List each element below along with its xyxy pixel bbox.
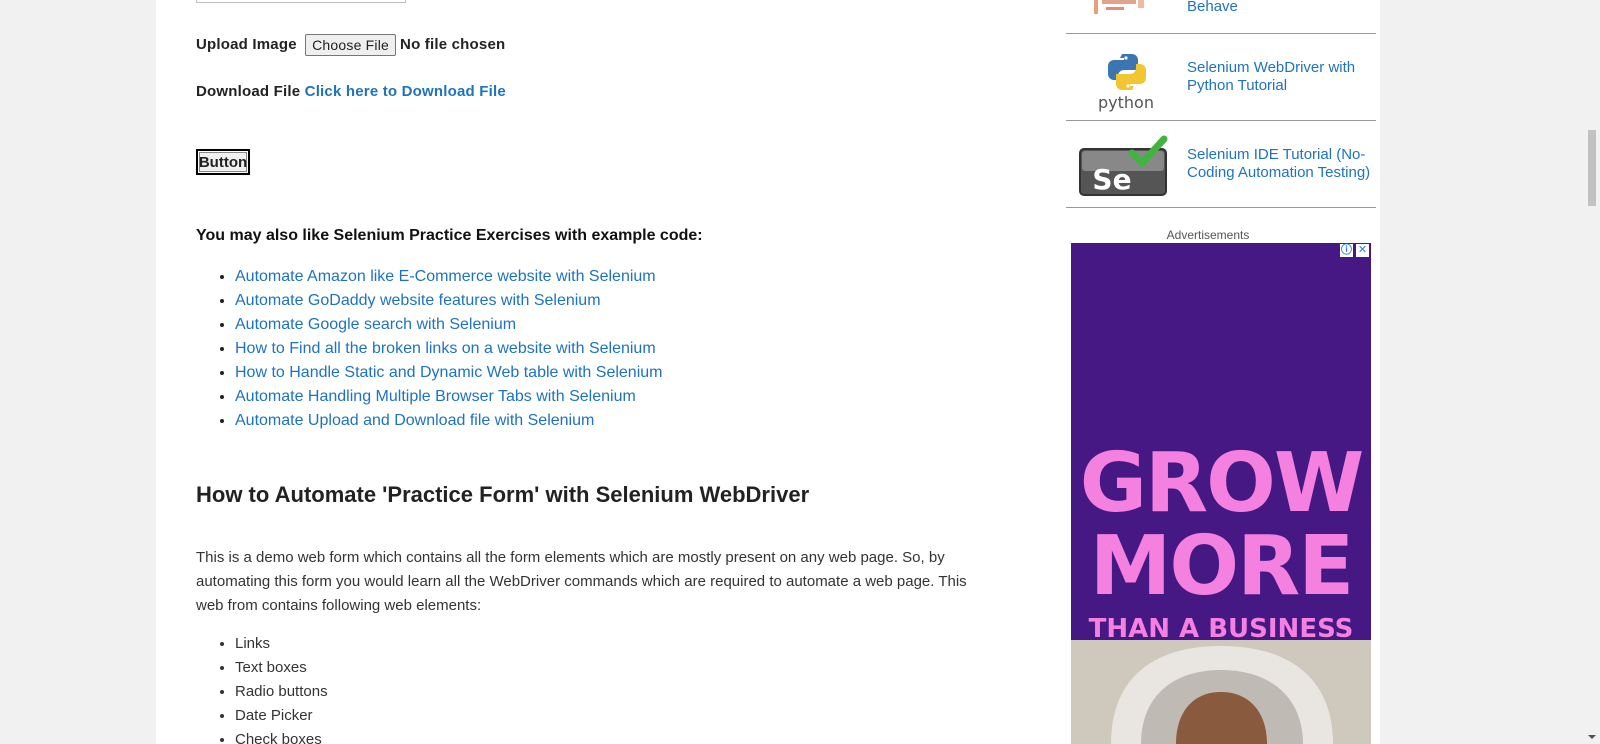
list-item: Automate Amazon like E-Commerce website … bbox=[235, 265, 662, 289]
practice-link[interactable]: Automate Upload and Download file with S… bbox=[235, 412, 594, 429]
practice-links-list: Automate Amazon like E-Commerce website … bbox=[196, 265, 662, 433]
practice-link[interactable]: Automate Handling Multiple Browser Tabs … bbox=[235, 388, 636, 405]
related-post-behave[interactable]: Behave bbox=[1066, 0, 1376, 34]
ad-headline-line1: GROW bbox=[1079, 436, 1365, 531]
download-file-link[interactable]: Click here to Download File bbox=[305, 83, 506, 100]
article-paragraph: This is a demo web form which contains a… bbox=[196, 549, 967, 614]
download-file-row: Download File Click here to Download Fil… bbox=[196, 83, 506, 100]
ad-close-icon[interactable]: ✕ bbox=[1356, 244, 1369, 257]
also-like-heading: You may also like Selenium Practice Exer… bbox=[196, 227, 703, 244]
advertisement-banner[interactable]: ⓘ ✕ GROW MORE THAN A BUSINESS bbox=[1071, 243, 1371, 744]
related-post-python[interactable]: python Selenium WebDriver with Python Tu… bbox=[1066, 34, 1376, 121]
article-heading: How to Automate 'Practice Form' with Sel… bbox=[196, 482, 810, 507]
list-item: How to Find all the broken links on a we… bbox=[235, 337, 662, 361]
demo-button[interactable]: Button bbox=[196, 149, 250, 175]
selenium-ide-logo-thumbnail-icon: Se bbox=[1076, 131, 1176, 201]
related-post-selenium-ide[interactable]: Se Selenium IDE Tutorial (No-Coding Auto… bbox=[1066, 121, 1376, 208]
list-item: Links bbox=[235, 632, 328, 656]
ad-photo-image bbox=[1071, 640, 1371, 744]
selenium-wordcloud-thumbnail-icon bbox=[1088, 0, 1158, 22]
thumb-text: python bbox=[1098, 93, 1154, 112]
thumb-text: Se bbox=[1092, 163, 1131, 196]
practice-link[interactable]: Automate Google search with Selenium bbox=[235, 316, 516, 333]
sidebar: Behave python Selenium WebDriver with Py… bbox=[1036, 0, 1380, 744]
ad-headline-line2: MORE bbox=[1089, 519, 1354, 614]
practice-link[interactable]: How to Find all the broken links on a we… bbox=[235, 340, 656, 357]
list-item: Date Picker bbox=[235, 704, 328, 728]
ad-controls: ⓘ ✕ bbox=[1340, 244, 1369, 257]
download-file-label: Download File bbox=[196, 83, 301, 100]
no-file-chosen-text: No file chosen bbox=[400, 35, 506, 53]
list-item: Radio buttons bbox=[235, 680, 328, 704]
web-elements-list: Links Text boxes Radio buttons Date Pick… bbox=[196, 632, 328, 744]
list-item: Check boxes bbox=[235, 728, 328, 744]
related-post-title[interactable]: Selenium IDE Tutorial (No-Coding Automat… bbox=[1187, 146, 1377, 182]
related-post-title[interactable]: Selenium WebDriver with Python Tutorial bbox=[1187, 59, 1377, 95]
list-item: Automate Upload and Download file with S… bbox=[235, 409, 662, 433]
list-item: Automate Handling Multiple Browser Tabs … bbox=[235, 385, 662, 409]
upload-image-label: Upload Image bbox=[196, 35, 297, 53]
choose-file-button[interactable]: Choose File bbox=[305, 34, 397, 56]
scrollbar-thumb[interactable] bbox=[1588, 130, 1596, 206]
list-item: Automate Google search with Selenium bbox=[235, 313, 662, 337]
practice-link[interactable]: How to Handle Static and Dynamic Web tab… bbox=[235, 364, 662, 381]
list-item: How to Handle Static and Dynamic Web tab… bbox=[235, 361, 662, 385]
practice-link[interactable]: Automate Amazon like E-Commerce website … bbox=[235, 268, 656, 285]
scroll-down-arrow-icon[interactable] bbox=[1587, 733, 1597, 741]
practice-link[interactable]: Automate GoDaddy website features with S… bbox=[235, 292, 601, 309]
list-item: Automate GoDaddy website features with S… bbox=[235, 289, 662, 313]
page-scrollbar[interactable] bbox=[1584, 0, 1600, 744]
list-item: Text boxes bbox=[235, 656, 328, 680]
advertisements-label: Advertisements bbox=[1166, 228, 1250, 242]
upload-image-row: Upload Image Choose File No file chosen bbox=[196, 34, 505, 56]
ad-info-icon[interactable]: ⓘ bbox=[1340, 244, 1353, 257]
main-content-area: Upload Image Choose File No file chosen D… bbox=[156, 0, 1036, 744]
text-input-partial[interactable] bbox=[196, 0, 406, 3]
ad-headline-line3: THAN A BUSINESS bbox=[1088, 614, 1354, 644]
python-logo-thumbnail-icon: python bbox=[1076, 44, 1176, 114]
related-post-title[interactable]: Behave bbox=[1187, 0, 1238, 16]
